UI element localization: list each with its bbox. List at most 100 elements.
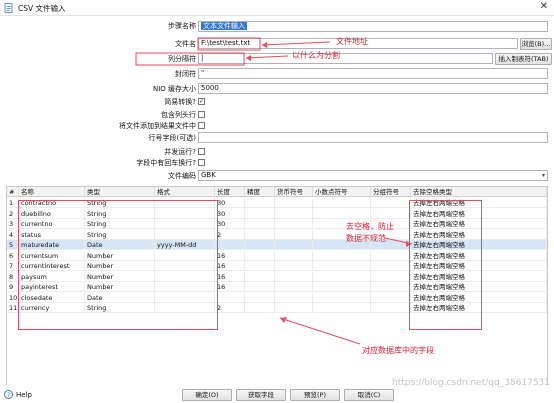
enclosure-label: 封闭符	[175, 70, 196, 78]
trim-annotation-line1: 去空格，防止	[346, 222, 394, 231]
title-bar: CSV 文件输入 ✕	[0, 0, 554, 16]
parallel-checkbox[interactable]	[198, 148, 205, 155]
trim-type-highlight-box	[409, 200, 482, 330]
cell-col-currency[interactable]	[275, 208, 313, 219]
cell-col-precision[interactable]	[245, 240, 275, 250]
encoding-select[interactable]: GBK ▾	[198, 170, 548, 181]
help-icon: ?	[4, 390, 13, 399]
cell-col-currency[interactable]	[275, 282, 313, 292]
browse-button[interactable]: 浏览(B)...	[520, 38, 552, 50]
nio-buffer-label: NIO 缓存大小	[152, 85, 196, 93]
field-names-highlight-box	[18, 200, 218, 330]
cell-col-precision[interactable]	[245, 198, 275, 208]
cell-col-precision[interactable]	[245, 282, 275, 292]
cell-col-grouping[interactable]	[371, 198, 411, 208]
cell-col-precision[interactable]	[245, 261, 275, 271]
cell-col-length[interactable]: 16	[215, 250, 245, 261]
header-row-checkbox[interactable]	[198, 111, 205, 118]
delimiter-annotation: 以什么为分割	[292, 51, 340, 60]
enclosure-input[interactable]: "	[198, 68, 548, 79]
cell-col-grouping[interactable]	[371, 303, 411, 313]
cell-col-decimal[interactable]	[313, 250, 371, 261]
filepath-annotation: 文件地址	[336, 37, 368, 46]
cell-col-length[interactable]	[215, 292, 245, 303]
cell-col-currency[interactable]	[275, 303, 313, 313]
cell-col-length[interactable]: 2	[215, 229, 245, 240]
cell-col-currency[interactable]	[275, 250, 313, 261]
step-name-value: 文本文件输入	[201, 22, 247, 30]
cell-col-decimal[interactable]	[313, 271, 371, 282]
header-col-trim-type[interactable]: 去除空格类型	[411, 187, 547, 197]
nio-buffer-input[interactable]: 5000	[198, 83, 548, 94]
header-col-decimal[interactable]: 小数点符号	[313, 187, 371, 197]
header-col-name[interactable]: 名称	[19, 187, 85, 197]
header-col-grouping[interactable]: 分组符号	[371, 187, 411, 197]
cell-col-currency[interactable]	[275, 198, 313, 208]
cell-col-length[interactable]: 16	[215, 261, 245, 271]
cell-col-currency[interactable]	[275, 229, 313, 240]
cell-col-length[interactable]: 16	[215, 271, 245, 282]
cell-col-decimal[interactable]	[313, 208, 371, 219]
cancel-button[interactable]: 取消(C)	[344, 389, 394, 401]
dropdown-arrow-icon[interactable]: ▾	[542, 171, 545, 180]
preview-button[interactable]: 预览(P)	[290, 389, 340, 401]
step-name-label: 步骤名称	[168, 22, 196, 30]
get-fields-button[interactable]: 获取字段	[236, 389, 286, 401]
cell-col-length[interactable]: 16	[215, 282, 245, 292]
cell-col-decimal[interactable]	[313, 303, 371, 313]
add-filename-checkbox[interactable]	[198, 122, 205, 129]
cell-col-currency[interactable]	[275, 240, 313, 250]
cell-col-length[interactable]: 30	[215, 219, 245, 229]
header-col-index[interactable]: #	[7, 187, 19, 197]
filename-label: 文件名	[175, 40, 196, 48]
cell-col-length[interactable]: 30	[215, 208, 245, 219]
cell-col-precision[interactable]	[245, 292, 275, 303]
cell-col-precision[interactable]	[245, 271, 275, 282]
add-filename-label: 将文件添加到结果文件中	[119, 122, 196, 130]
lazy-conversion-checkbox[interactable]: ✓	[198, 98, 205, 105]
newline-fields-checkbox[interactable]	[198, 159, 205, 166]
encoding-value: GBK	[201, 171, 216, 179]
cell-col-decimal[interactable]	[313, 292, 371, 303]
cell-col-grouping[interactable]	[371, 292, 411, 303]
ok-button[interactable]: 确定(O)	[182, 389, 232, 401]
cell-col-precision[interactable]	[245, 208, 275, 219]
cell-col-precision[interactable]	[245, 219, 275, 229]
header-col-currency[interactable]: 货币符号	[275, 187, 313, 197]
newline-fields-label: 字段中有回车换行?	[136, 159, 196, 167]
cell-col-decimal[interactable]	[313, 261, 371, 271]
lazy-conversion-label: 简易转换?	[164, 98, 196, 106]
cell-col-precision[interactable]	[245, 250, 275, 261]
close-icon[interactable]: ✕	[540, 2, 548, 12]
cell-col-currency[interactable]	[275, 261, 313, 271]
header-col-precision[interactable]: 精度	[245, 187, 275, 197]
cell-col-currency[interactable]	[275, 271, 313, 282]
header-col-type[interactable]: 类型	[85, 187, 155, 197]
delimiter-input[interactable]: |	[198, 53, 493, 64]
rownum-field-input[interactable]	[198, 132, 548, 143]
window-title: CSV 文件输入	[18, 4, 66, 13]
cell-col-precision[interactable]	[245, 229, 275, 240]
svg-text:?: ?	[7, 392, 10, 399]
cell-col-precision[interactable]	[245, 303, 275, 313]
cell-col-grouping[interactable]	[371, 271, 411, 282]
cell-col-decimal[interactable]	[313, 198, 371, 208]
insert-tab-button[interactable]: 插入制表符(TAB)	[495, 53, 552, 65]
help-button[interactable]: ? Help	[4, 389, 40, 401]
cell-col-currency[interactable]	[275, 292, 313, 303]
cell-col-grouping[interactable]	[371, 250, 411, 261]
header-col-format[interactable]: 格式	[155, 187, 215, 197]
rownum-field-label: 行号字段(可选)	[148, 134, 196, 142]
cell-col-grouping[interactable]	[371, 261, 411, 271]
cell-col-length[interactable]: 30	[215, 198, 245, 208]
cell-col-length[interactable]: 2	[215, 303, 245, 313]
header-col-length[interactable]: 长度	[215, 187, 245, 197]
cell-col-length[interactable]	[215, 240, 245, 250]
cell-col-decimal[interactable]	[313, 282, 371, 292]
db-fields-annotation: 对应数据库中的字段	[362, 346, 434, 355]
cell-col-currency[interactable]	[275, 219, 313, 229]
step-name-input[interactable]: 文本文件输入	[198, 21, 548, 32]
cell-col-grouping[interactable]	[371, 282, 411, 292]
cell-col-grouping[interactable]	[371, 208, 411, 219]
help-label: Help	[16, 391, 32, 399]
